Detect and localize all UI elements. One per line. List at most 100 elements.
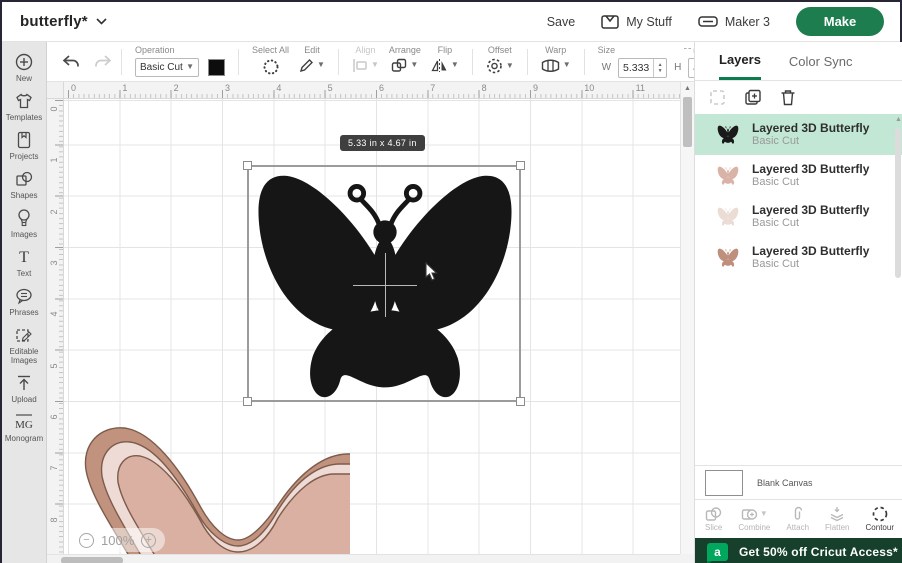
ruler-number: 1 [122,83,128,93]
vertical-scrollbar[interactable]: ▲ [680,82,694,554]
offset-button[interactable]: Offset ▼ [486,45,514,79]
resize-handle-bottom-left[interactable] [243,397,252,406]
group-button[interactable] [709,89,726,106]
layer-list: Layered 3D Butterfly Basic Cut Layered 3… [695,114,902,278]
tab-layers[interactable]: Layers [719,42,761,80]
zoom-level: 100% [101,532,135,548]
sidebar-item-monogram[interactable]: MG Monogram [2,412,47,443]
design-canvas[interactable]: 0 1 2 3 4 5 6 7 8 9 10 11 0 1 2 3 4 5 6 7 8 5.33 in x 4.67 … [47,82,680,554]
machine-select-button[interactable]: Maker 3 [698,15,770,29]
divider [471,48,473,75]
chevron-down-icon [96,18,107,25]
cricut-access-banner[interactable]: a Get 50% off Cricut Access* [695,538,902,563]
canvas-color-swatch[interactable] [705,469,743,496]
tab-color-sync[interactable]: Color Sync [789,42,853,80]
sidebar-item-text[interactable]: T Text [2,247,47,278]
text-icon: T [19,249,29,266]
my-stuff-button[interactable]: My Stuff [601,15,672,29]
edit-toolbar: Operation Basic Cut ▼ Select All Edit ▼ [47,42,793,82]
layer-thumbnail-butterfly [717,125,739,144]
sidebar-item-images[interactable]: Images [2,208,47,239]
ruler-number: 2 [49,209,59,215]
slice-icon [705,507,722,521]
zoom-in-button[interactable]: + [141,532,157,548]
chevron-down-icon: ▼ [186,62,194,71]
speech-bubble-icon [16,288,32,305]
divider [238,48,239,75]
make-button[interactable]: Make [796,7,884,36]
slice-button[interactable]: Slice [705,506,722,532]
scroll-up-arrow[interactable]: ▲ [895,116,902,123]
save-button[interactable]: Save [547,15,576,29]
scroll-up-arrow[interactable]: ▲ [684,85,691,92]
sidebar-item-upload[interactable]: Upload [2,373,47,404]
page-title: butterfly* [20,13,88,30]
attach-button[interactable]: Attach [786,506,809,532]
duplicate-button[interactable] [744,89,762,106]
project-title-menu[interactable]: butterfly* [2,13,107,30]
delete-button[interactable] [780,89,796,106]
layer-operation: Basic Cut [752,176,800,188]
mouse-cursor [425,262,438,281]
resize-handle-top-right[interactable] [516,161,525,170]
scrollbar-corner [680,554,694,563]
sidebar-item-phrases[interactable]: Phrases [2,286,47,317]
plus-circle-icon [15,53,33,71]
align-button[interactable]: Align ▼ [352,45,379,79]
layer-name: Layered 3D Butterfly [752,162,870,176]
scrollbar-thumb[interactable] [61,557,123,563]
operation-label: Operation [135,44,175,55]
combine-button[interactable]: ▼ Combine [738,506,770,532]
contour-button[interactable]: Contour [866,506,894,532]
width-input[interactable]: 5.333 ▲ ▼ [618,57,668,78]
app-window: butterfly* Save My Stuff Maker 3 Make Op… [0,0,902,563]
width-label: W [601,62,612,73]
monogram-icon: MG [15,414,33,431]
crosshair [385,253,386,317]
layer-operation: Basic Cut [752,217,800,229]
warp-button[interactable]: Warp ▼ [541,45,571,79]
horizontal-scrollbar[interactable] [47,554,680,563]
flatten-button[interactable]: Flatten [825,506,850,532]
sidebar-item-shapes[interactable]: Shapes [2,169,47,200]
select-all-button[interactable]: Select All [252,45,289,79]
zoom-out-button[interactable]: − [79,532,94,548]
sidebar-item-projects[interactable]: Projects [2,130,47,161]
zoom-control: − 100% + [70,528,166,552]
layer-row-4[interactable]: Layered 3D Butterfly Basic Cut [695,237,902,278]
layer-actions-bar: Slice ▼ Combine Attach Flatten Contour [695,499,902,538]
operation-select[interactable]: Basic Cut ▼ [135,57,199,77]
ruler-number: 11 [635,83,645,93]
layer-name: Layered 3D Butterfly [752,203,870,217]
folder-icon [601,14,619,29]
sidebar-item-editable-images[interactable]: Editable Images [2,325,47,365]
scrollbar-thumb[interactable] [683,97,692,147]
arrange-button[interactable]: Arrange ▼ [389,45,421,79]
divider [583,48,585,75]
undo-button[interactable] [61,54,81,70]
selection-bounding-box[interactable] [243,161,525,406]
width-stepper[interactable]: ▲ ▼ [653,58,666,77]
trash-icon [781,90,795,106]
resize-handle-top-left[interactable] [243,161,252,170]
horizontal-ruler: 0 1 2 3 4 5 6 7 8 9 10 11 [64,82,680,99]
offset-icon [487,58,502,73]
redo-button[interactable] [93,54,113,70]
ruler-number: 9 [532,83,538,93]
resize-handle-bottom-right[interactable] [516,397,525,406]
layer-thumbnail-butterfly [717,166,739,185]
edit-button[interactable]: Edit ▼ [299,45,325,79]
layer-row-3[interactable]: Layered 3D Butterfly Basic Cut [695,196,902,237]
upload-icon [18,375,30,390]
color-swatch[interactable] [208,58,225,76]
flip-button[interactable]: Flip ▼ [431,45,459,79]
sidebar-item-new[interactable]: New [2,52,47,83]
layer-row-1[interactable]: Layered 3D Butterfly Basic Cut [695,114,902,155]
flip-icon [431,58,447,72]
layer-row-2[interactable]: Layered 3D Butterfly Basic Cut [695,155,902,196]
chevron-down-icon: ▼ [370,60,379,69]
scrollbar-thumb[interactable] [895,128,901,278]
sidebar-item-templates[interactable]: Templates [2,91,47,122]
chevron-down-icon: ▼ [317,60,325,69]
layer-list-scrollbar[interactable]: ▲ [893,116,902,464]
